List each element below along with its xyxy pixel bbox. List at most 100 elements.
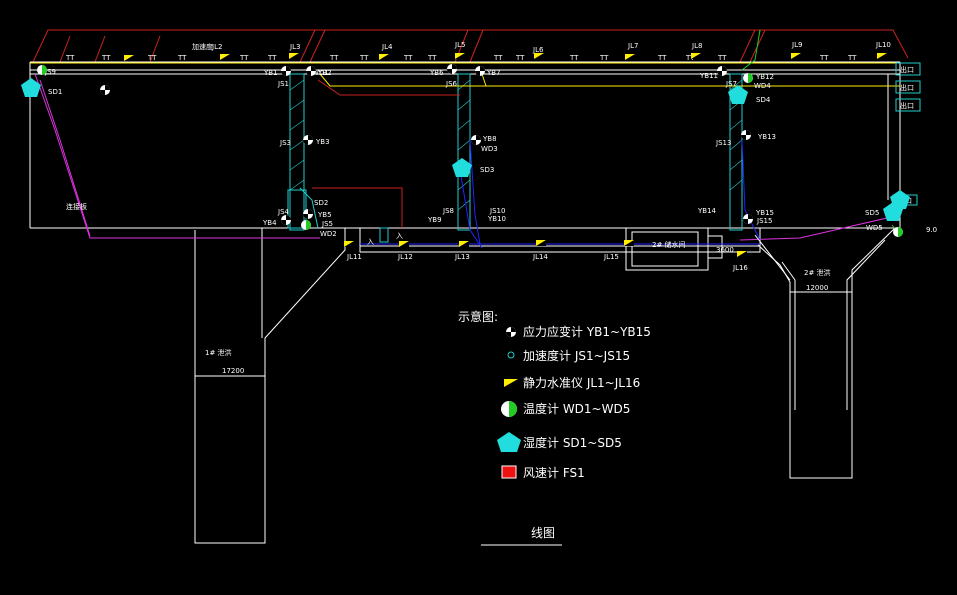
js13-label: JS13 [715,139,731,147]
yb11-label: YB11 [699,72,718,80]
yb3-label: YB3 [315,138,330,146]
legend-wind: 风速计 FS1 [523,466,585,480]
legend-humid: 湿度计 SD1~SD5 [523,435,622,450]
sd1-label: SD1 [48,88,62,96]
jl2-label: JL2 [211,43,222,51]
stress-sensors [100,64,753,225]
level-icon [504,379,518,387]
columns [287,73,918,243]
jl9-label: JL9 [791,41,802,49]
jl3-label: JL3 [289,43,300,51]
svg-text:TT: TT [599,54,609,62]
yb13-label: YB13 [757,133,776,141]
legend-title: 示意图: [458,309,498,324]
svg-text:TT: TT [569,54,579,62]
dim-left: 17200 [222,367,244,375]
wd2-label: WD2 [320,230,337,238]
svg-text:TT: TT [329,54,339,62]
wd3-label: WD3 [481,145,498,153]
room-left-label: 1# 泄洪 [205,348,232,357]
jl10-label: JL10 [875,41,891,49]
jl12-label: JL12 [397,253,413,261]
yb15-label: YB15 [755,209,774,217]
svg-text:TT: TT [147,54,157,62]
svg-text:TT: TT [717,54,727,62]
js1-label: JS1 [277,80,289,88]
jl16-label: JL16 [732,264,748,272]
svg-text:TT: TT [427,54,437,62]
temp-icon [501,401,517,417]
box-small2: 入 [396,232,403,240]
svg-text:TT: TT [359,54,369,62]
jl7-label: JL7 [627,42,638,50]
yb5-label: YB5 [317,211,332,219]
level-sensors [124,53,887,257]
dim-right: 12000 [806,284,828,292]
legend-level: 静力水准仪 JL1~JL16 [523,376,640,390]
roof-outline [32,29,909,63]
accel-icon [507,351,515,359]
svg-text:TT: TT [847,54,857,62]
jl5-label: JL5 [454,41,465,49]
js8-label: JS8 [442,207,454,215]
svg-text:TT: TT [819,54,829,62]
js5-label: JS5 [321,220,333,228]
jl14-label: JL14 [532,253,548,261]
room-top-label: 2# 储水间 [652,240,686,249]
column-hatch [289,79,743,211]
exit-tag-1: 出口 [900,65,914,74]
jl11-label: JL11 [346,253,362,261]
js15-label: JS15 [756,217,772,225]
yb10-label: YB10 [487,215,506,223]
dim-vertical: 3600 [716,246,734,254]
legend-stress: 应力应变计 YB1~YB15 [523,324,651,339]
yb1-label: YB1 [263,69,278,77]
anchor-label: 9.0 [926,226,937,234]
left-tag: 连接板 [66,202,87,211]
sd5-label: SD5 [865,209,879,217]
svg-text:TT: TT [493,54,503,62]
jl8-label: JL8 [691,42,702,50]
mid-labels: JS3 YB3 YB8 WD3 JS13 YB13 [279,133,776,153]
svg-text:TT: TT [177,54,187,62]
humidity-icon [497,432,521,452]
exit-tag-3: 出口 [900,101,914,110]
jl15-label: JL15 [603,253,619,261]
svg-text:TT: TT [65,54,75,62]
legend: 示意图: 应力应变计 YB1~YB15 加速度计 JS1~JS15 静力水准仪 … [458,309,651,540]
js10-label: JS10 [489,207,505,215]
exit-tags: 出口 出口 出口 [895,62,921,112]
legend-accel: 加速度计 JS1~JS15 [523,348,630,363]
cad-drawing: TT TT TT TT TT TT TT TT TT TT TT TT TT TT TT TT TT T… [21,29,937,546]
top-note: 加速度 [192,42,213,51]
js4-label: JS4 [277,208,290,216]
sd4-label: SD4 [756,96,771,104]
svg-text:TT: TT [267,54,277,62]
jl6-label: JL6 [532,46,544,54]
yb6-label: YB6 [429,69,444,77]
yb9-label: YB9 [427,216,442,224]
svg-text:TT: TT [403,54,413,62]
drawing-caption: 线图 [531,526,555,540]
room-right-label: 2# 泄洪 [804,268,831,277]
svg-text:TT: TT [239,54,249,62]
wd4-label: WD4 [754,82,771,90]
box-small: 入 [367,238,374,246]
sd2-label: SD2 [314,199,328,207]
wind-icon [501,465,517,479]
legend-temp: 温度计 WD1~WD5 [523,401,630,416]
exit-tag-2: 出口 [900,83,914,92]
humid-sensors [21,78,910,221]
yb12-label: YB12 [755,73,774,81]
js7-label: JS7 [725,80,737,88]
top-labels: 加速度 JL2 JL3 JL4 JL5 JL6 JL7 JL8 JL9 JL10… [44,41,891,217]
js3-label: JS3 [279,139,291,147]
js6-label: JS6 [445,80,458,88]
jl4-label: JL4 [381,43,393,51]
low-labels: JS4 YB4 YB5 JS5 WD2 JS8 YB9 JS10 YB10 YB… [66,196,937,375]
sd3-label: SD3 [480,166,494,174]
yb14-label: YB14 [697,207,717,215]
yb8-label: YB8 [482,135,497,143]
svg-text:TT: TT [657,54,667,62]
jl13-label: JL13 [454,253,470,261]
